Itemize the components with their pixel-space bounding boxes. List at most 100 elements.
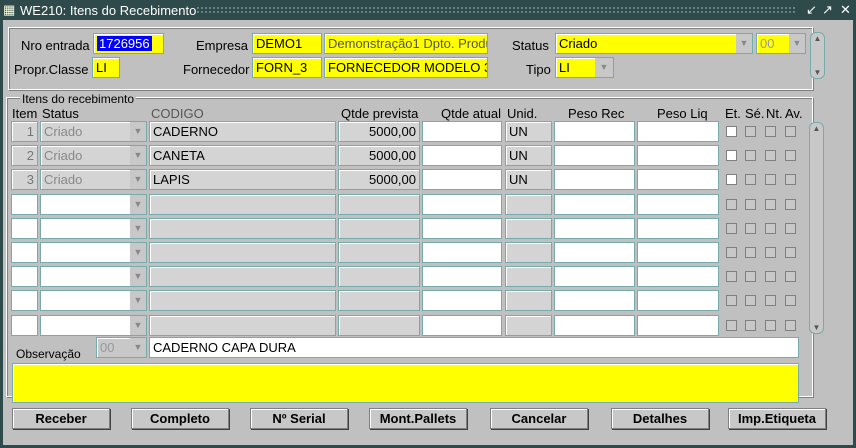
- propr-classe-field[interactable]: LI: [92, 57, 120, 78]
- checkbox-et[interactable]: [726, 247, 737, 258]
- close-icon[interactable]: ✕: [840, 2, 851, 18]
- cell-item[interactable]: [11, 266, 38, 288]
- checkbox-se[interactable]: [745, 295, 756, 307]
- cell-peso-liq[interactable]: [637, 217, 719, 239]
- cell-status[interactable]: ▼: [40, 314, 147, 336]
- minimize-icon[interactable]: ↙: [806, 2, 817, 18]
- header-scrollbar[interactable]: ▲ ▼: [810, 32, 825, 79]
- status-code-select[interactable]: 00 ▼: [756, 33, 806, 54]
- checkbox-av[interactable]: [785, 319, 796, 331]
- cell-peso-rec[interactable]: [554, 169, 635, 191]
- checkbox-se[interactable]: [745, 126, 756, 137]
- checkbox-et[interactable]: [726, 126, 737, 137]
- cell-qtde-atual[interactable]: [422, 242, 502, 263]
- cell-qtde-atual[interactable]: [422, 145, 502, 167]
- checkbox-nt[interactable]: [765, 319, 776, 331]
- checkbox-se[interactable]: [745, 198, 756, 210]
- cell-peso-liq[interactable]: [637, 145, 719, 167]
- cell-status[interactable]: Criado ▼: [40, 145, 147, 167]
- checkbox-et[interactable]: [726, 150, 737, 162]
- observacao-code-select[interactable]: 00 ▼: [96, 337, 147, 358]
- chevron-down-icon[interactable]: ▼: [130, 243, 146, 262]
- checkbox-av[interactable]: [785, 295, 796, 307]
- cell-status[interactable]: ▼: [40, 193, 147, 215]
- observacao-notes-area[interactable]: [12, 363, 799, 403]
- checkbox-nt[interactable]: [765, 295, 776, 307]
- checkbox-et[interactable]: [726, 198, 737, 210]
- cell-qtde-atual[interactable]: [422, 314, 502, 336]
- empresa-code-field[interactable]: DEMO1: [252, 33, 322, 54]
- cell-qtde-atual[interactable]: [422, 266, 502, 288]
- cell-qtde-atual[interactable]: [422, 193, 502, 215]
- cell-peso-rec[interactable]: [554, 121, 635, 142]
- chevron-down-icon[interactable]: ▼: [789, 34, 805, 53]
- cell-peso-rec[interactable]: [554, 290, 635, 312]
- cell-qtde-atual[interactable]: [422, 290, 502, 312]
- maximize-icon[interactable]: ↗: [822, 2, 833, 18]
- nro-entrada-field[interactable]: 1726956: [93, 33, 164, 54]
- cell-peso-liq[interactable]: [637, 193, 719, 215]
- checkbox-et[interactable]: [726, 222, 737, 234]
- cancelar-button[interactable]: Cancelar: [490, 408, 588, 429]
- cell-peso-liq[interactable]: [637, 266, 719, 288]
- cell-peso-rec[interactable]: [554, 145, 635, 167]
- checkbox-av[interactable]: [785, 198, 796, 210]
- completo-button[interactable]: Completo: [131, 408, 229, 429]
- chevron-down-icon[interactable]: ▼: [595, 58, 613, 77]
- chevron-down-icon[interactable]: ▼: [130, 122, 146, 141]
- chevron-down-icon[interactable]: ▼: [130, 146, 146, 166]
- cell-item[interactable]: [11, 290, 38, 312]
- checkbox-se[interactable]: [745, 222, 756, 234]
- cell-qtde-atual[interactable]: [422, 169, 502, 191]
- chevron-down-icon[interactable]: ▼: [130, 170, 146, 190]
- imp-etiqueta-button[interactable]: Imp.Etiqueta: [728, 408, 826, 429]
- cell-item[interactable]: [11, 314, 38, 336]
- cell-item[interactable]: 3: [11, 169, 38, 191]
- cell-peso-liq[interactable]: [637, 121, 719, 142]
- cell-item[interactable]: [11, 193, 38, 215]
- checkbox-av[interactable]: [785, 271, 796, 283]
- fornecedor-code-field[interactable]: FORN_3: [252, 57, 322, 78]
- cell-peso-rec[interactable]: [554, 242, 635, 263]
- chevron-down-icon[interactable]: ▼: [130, 338, 146, 357]
- checkbox-av[interactable]: [785, 222, 796, 234]
- checkbox-nt[interactable]: [765, 198, 776, 210]
- observacao-text-field[interactable]: CADERNO CAPA DURA: [149, 337, 799, 358]
- chevron-down-icon[interactable]: ▼: [130, 291, 146, 311]
- checkbox-nt[interactable]: [765, 247, 776, 258]
- chevron-down-icon[interactable]: ▼: [130, 315, 146, 335]
- receber-button[interactable]: Receber: [12, 408, 110, 429]
- cell-status[interactable]: ▼: [40, 217, 147, 239]
- checkbox-av[interactable]: [785, 150, 796, 162]
- cell-status[interactable]: Criado ▼: [40, 169, 147, 191]
- checkbox-et[interactable]: [726, 174, 737, 186]
- checkbox-se[interactable]: [745, 271, 756, 283]
- cell-status[interactable]: ▼: [40, 266, 147, 288]
- mont-pallets-button[interactable]: Mont.Pallets: [369, 408, 467, 429]
- cell-status[interactable]: Criado ▼: [40, 121, 147, 142]
- detalhes-button[interactable]: Detalhes: [611, 408, 709, 429]
- serial-button[interactable]: Nº Serial: [250, 408, 348, 429]
- tipo-select[interactable]: LI ▼: [555, 57, 614, 78]
- checkbox-nt[interactable]: [765, 174, 776, 186]
- checkbox-et[interactable]: [726, 295, 737, 307]
- checkbox-nt[interactable]: [765, 126, 776, 137]
- checkbox-av[interactable]: [785, 247, 796, 258]
- cell-qtde-atual[interactable]: [422, 217, 502, 239]
- checkbox-et[interactable]: [726, 319, 737, 331]
- checkbox-se[interactable]: [745, 319, 756, 331]
- cell-peso-rec[interactable]: [554, 314, 635, 336]
- cell-peso-liq[interactable]: [637, 242, 719, 263]
- checkbox-nt[interactable]: [765, 150, 776, 162]
- checkbox-av[interactable]: [785, 126, 796, 137]
- cell-item[interactable]: [11, 242, 38, 263]
- cell-peso-rec[interactable]: [554, 217, 635, 239]
- status-select[interactable]: Criado ▼: [555, 33, 753, 54]
- checkbox-se[interactable]: [745, 174, 756, 186]
- chevron-down-icon[interactable]: ▼: [736, 34, 752, 53]
- cell-peso-rec[interactable]: [554, 193, 635, 215]
- cell-item[interactable]: 1: [11, 121, 38, 142]
- checkbox-av[interactable]: [785, 174, 796, 186]
- cell-peso-liq[interactable]: [637, 290, 719, 312]
- checkbox-et[interactable]: [726, 271, 737, 283]
